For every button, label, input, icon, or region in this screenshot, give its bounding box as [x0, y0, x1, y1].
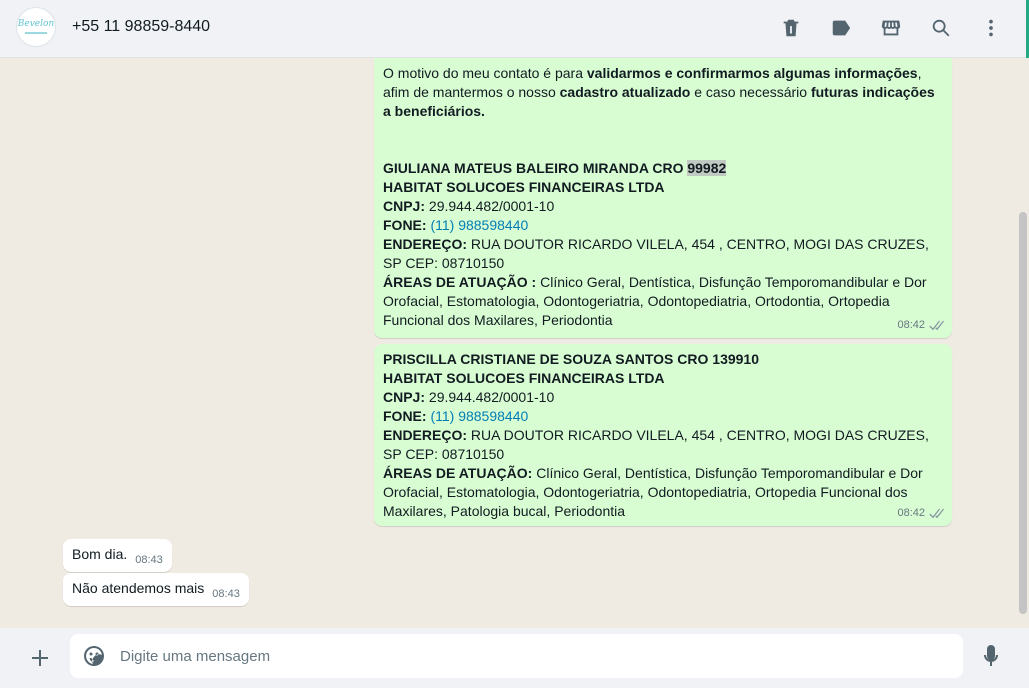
incoming-message[interactable]: Bom dia. 08:43 — [63, 539, 172, 572]
cnpj-label: CNPJ: — [383, 198, 426, 214]
cnpj-line: CNPJ: 29.944.482/0001-10 — [383, 388, 943, 407]
areas-label: ÁREAS DE ATUAÇÃO: — [383, 465, 533, 481]
sticker-icon — [84, 646, 104, 666]
trash-icon — [783, 19, 799, 37]
phone-label: FONE: — [383, 408, 427, 424]
double-check-icon — [929, 508, 944, 519]
chat-scrollbar-thumb[interactable] — [1019, 212, 1027, 614]
message-time: 08:42 — [897, 319, 925, 331]
contact-avatar[interactable]: Bevelon — [16, 7, 56, 47]
message-text: Bom dia. — [72, 546, 128, 562]
address-label: ENDEREÇO: — [383, 427, 468, 443]
kebab-menu-icon — [989, 19, 993, 37]
message-text-bold: validarmos e confirmarmos algumas inform… — [586, 65, 918, 81]
phone-label: FONE: — [383, 217, 427, 233]
phone-line: FONE: (11) 988598440 — [383, 407, 943, 426]
dentist-name: PRISCILLA CRISTIANE DE SOUZA SANTOS CRO … — [383, 351, 759, 367]
message-input-box — [70, 634, 963, 678]
message-time: 08:43 — [135, 554, 163, 566]
emoji-button[interactable] — [82, 644, 106, 668]
search-icon — [932, 19, 950, 37]
delete-button[interactable] — [773, 12, 809, 44]
company-name: HABITAT SOLUCOES FINANCEIRAS LTDA — [383, 179, 665, 195]
menu-button[interactable] — [973, 12, 1009, 44]
voice-message-button[interactable] — [978, 642, 1004, 672]
dentist-name: GIULIANA MATEUS BALEIRO MIRANDA CRO 9998… — [383, 159, 943, 178]
chat-messages[interactable]: O motivo do meu contato é para validarmo… — [0, 58, 1029, 628]
message-meta: 08:42 — [897, 504, 944, 523]
areas-line: ÁREAS DE ATUAÇÃO : Clínico Geral, Dentís… — [383, 273, 943, 330]
plus-icon — [32, 650, 48, 666]
attach-button[interactable] — [24, 642, 56, 674]
address-line: ENDEREÇO: RUA DOUTOR RICARDO VILELA, 454… — [383, 426, 943, 464]
microphone-icon — [984, 645, 998, 666]
message-text: O motivo do meu contato é para — [383, 65, 587, 81]
address-line: ENDEREÇO: RUA DOUTOR RICARDO VILELA, 454… — [383, 235, 943, 273]
dentist-name-text: GIULIANA MATEUS BALEIRO MIRANDA CRO — [383, 160, 688, 176]
phone-link[interactable]: (11) 988598440 — [430, 408, 528, 424]
message-intro: O motivo do meu contato é para validarmo… — [383, 64, 943, 121]
store-icon — [881, 20, 901, 36]
company-name: HABITAT SOLUCOES FINANCEIRAS LTDA — [383, 370, 665, 386]
header-actions — [773, 12, 1009, 44]
message-input[interactable] — [120, 644, 940, 668]
phone-link[interactable]: (11) 988598440 — [430, 217, 528, 233]
address-label: ENDEREÇO: — [383, 236, 468, 252]
label-button[interactable] — [823, 12, 859, 44]
contact-name[interactable]: +55 11 98859-8440 — [72, 18, 210, 36]
message-text-bold: cadastro atualizado — [559, 84, 691, 100]
search-button[interactable] — [923, 12, 959, 44]
message-text: Não atendemos mais — [72, 580, 205, 596]
phone-line: FONE: (11) 988598440 — [383, 216, 943, 235]
catalog-button[interactable] — [873, 12, 909, 44]
message-meta: 08:42 — [897, 316, 944, 335]
cnpj-line: CNPJ: 29.944.482/0001-10 — [383, 197, 943, 216]
chat-header: Bevelon +55 11 98859-8440 — [0, 0, 1029, 58]
outgoing-message[interactable]: PRISCILLA CRISTIANE DE SOUZA SANTOS CRO … — [374, 344, 952, 526]
message-blank-lines — [383, 121, 943, 159]
cnpj-label: CNPJ: — [383, 389, 426, 405]
cro-highlight: 99982 — [687, 160, 727, 176]
message-composer — [0, 628, 1029, 688]
double-check-icon — [929, 320, 944, 331]
outgoing-message[interactable]: O motivo do meu contato é para validarmo… — [374, 58, 952, 338]
areas-label: ÁREAS DE ATUAÇÃO : — [383, 274, 537, 290]
avatar-logo-bar — [25, 32, 47, 34]
cnpj-value: 29.944.482/0001-10 — [425, 389, 555, 405]
incoming-message[interactable]: Não atendemos mais 08:43 — [63, 573, 249, 606]
message-time: 08:42 — [897, 507, 925, 519]
message-time: 08:43 — [212, 588, 240, 600]
cnpj-value: 29.944.482/0001-10 — [425, 198, 555, 214]
avatar-logo-text: Bevelon — [17, 19, 55, 29]
label-icon — [832, 20, 851, 36]
message-text: e caso necessário — [690, 84, 811, 100]
areas-line: ÁREAS DE ATUAÇÃO: Clínico Geral, Dentíst… — [383, 464, 943, 521]
